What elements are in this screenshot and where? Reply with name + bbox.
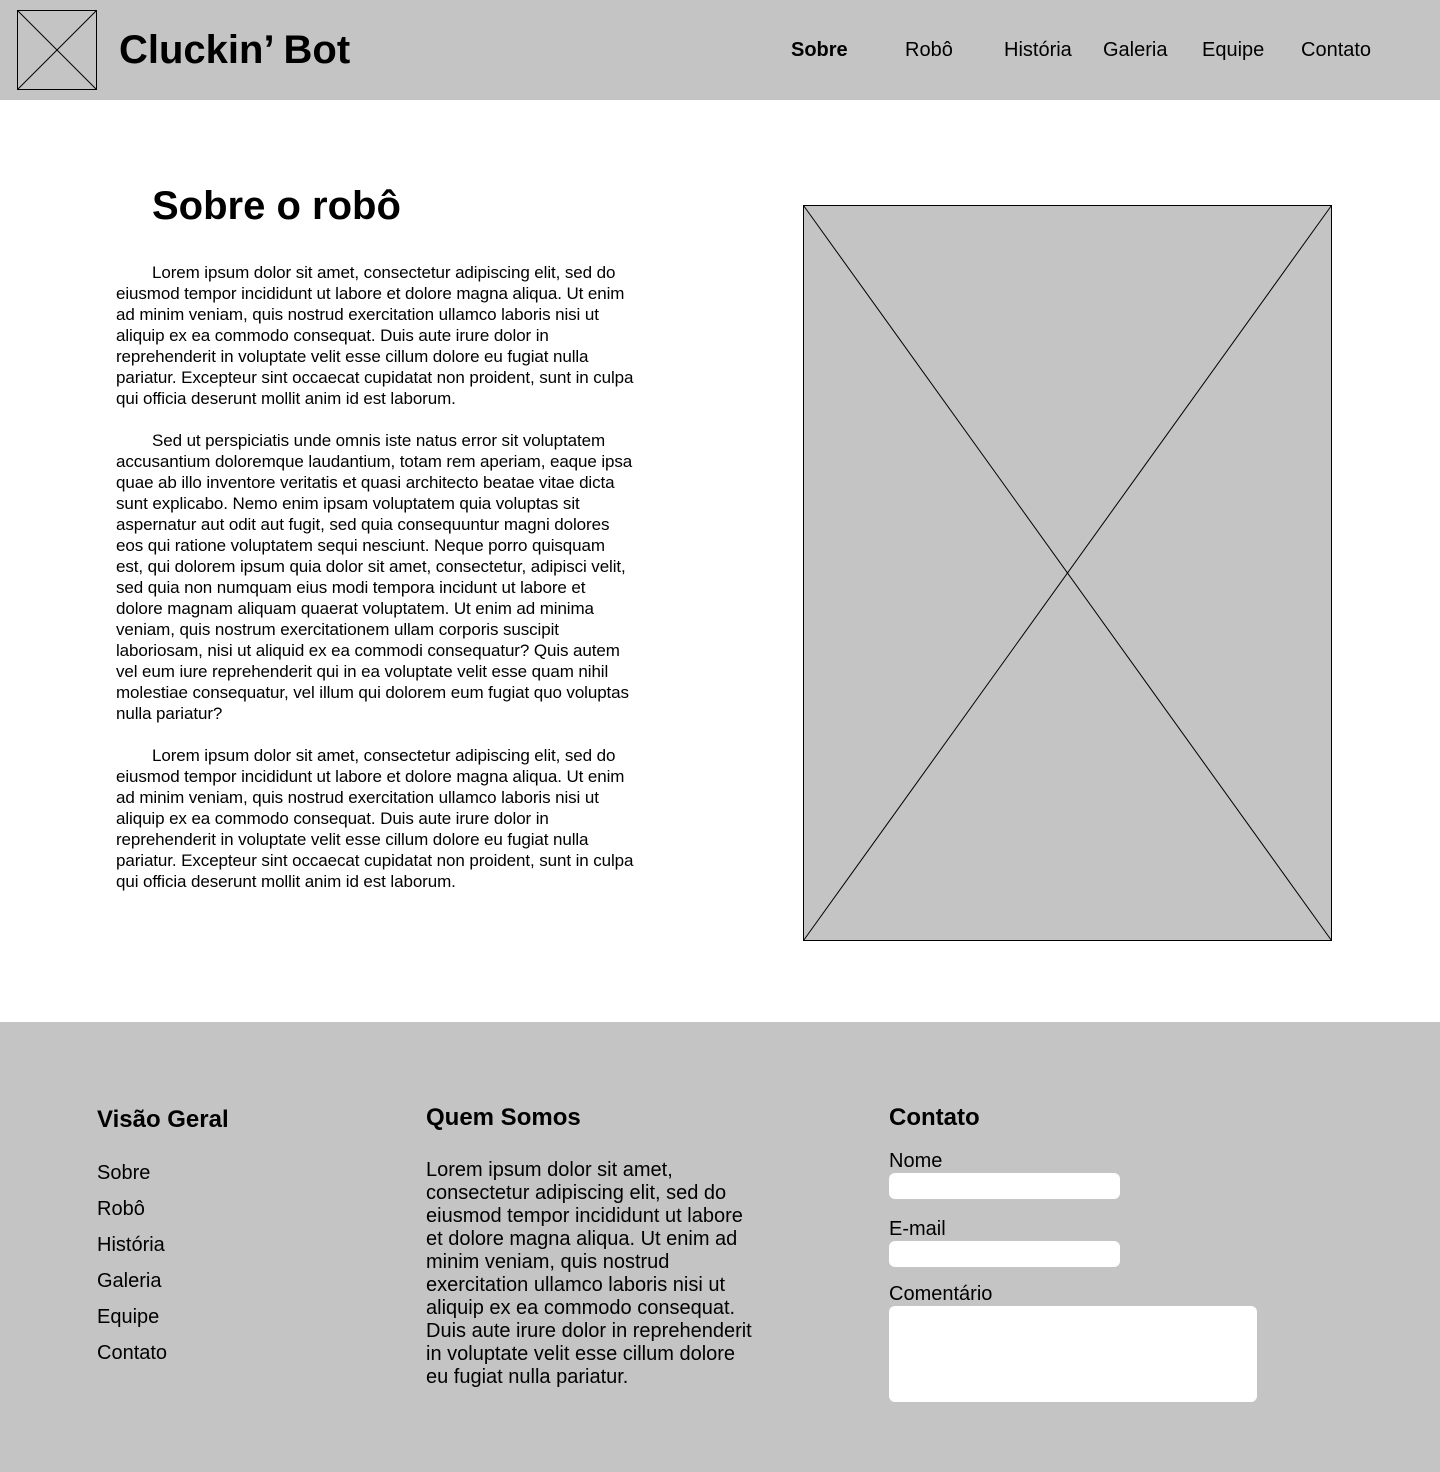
about-us-heading: Quem Somos [426,1104,581,1131]
image-placeholder-icon [803,205,1332,941]
footer-link-contato[interactable]: Contato [97,1340,167,1366]
name-label: Nome [889,1150,943,1172]
logo-placeholder-icon[interactable] [17,10,97,90]
nav-item-sobre[interactable]: Sobre [791,38,848,62]
footer-link-galeria[interactable]: Galeria [97,1268,167,1294]
about-paragraph-2: Sed ut perspiciatis unde omnis iste natu… [116,431,633,723]
robot-image-placeholder [803,205,1332,941]
about-paragraph-3: Lorem ipsum dolor sit amet, consectetur … [116,746,634,891]
footer-link-sobre[interactable]: Sobre [97,1160,167,1186]
overview-heading: Visão Geral [97,1106,229,1133]
footer-nav-list: Sobre Robô História Galeria Equipe Conta… [97,1160,167,1376]
email-label: E-mail [889,1218,946,1240]
contact-heading: Contato [889,1104,980,1131]
footer-link-historia[interactable]: História [97,1232,167,1258]
comment-label: Comentário [889,1283,993,1305]
page-title: Sobre o robô [152,184,401,228]
about-paragraph-1: Lorem ipsum dolor sit amet, consectetur … [116,263,634,408]
email-field[interactable] [889,1241,1120,1267]
nav-item-robo[interactable]: Robô [905,38,953,62]
site-title: Cluckin’ Bot [119,28,351,72]
footer-link-robo[interactable]: Robô [97,1196,167,1222]
footer-link-equipe[interactable]: Equipe [97,1304,167,1330]
nav-item-equipe[interactable]: Equipe [1202,38,1264,62]
nav-item-galeria[interactable]: Galeria [1103,38,1167,62]
about-text: Lorem ipsum dolor sit amet, consectetur … [116,262,636,913]
about-us-text: Lorem ipsum dolor sit amet, consectetur … [426,1159,752,1388]
comment-field[interactable] [889,1306,1257,1402]
name-field[interactable] [889,1173,1120,1199]
nav-item-contato[interactable]: Contato [1301,38,1371,62]
image-placeholder-icon [17,10,97,90]
site-footer: Visão Geral Sobre Robô História Galeria … [0,1022,1440,1472]
site-header: Cluckin’ Bot Sobre Robô História Galeria… [0,0,1440,100]
nav-item-historia[interactable]: História [1004,38,1072,62]
